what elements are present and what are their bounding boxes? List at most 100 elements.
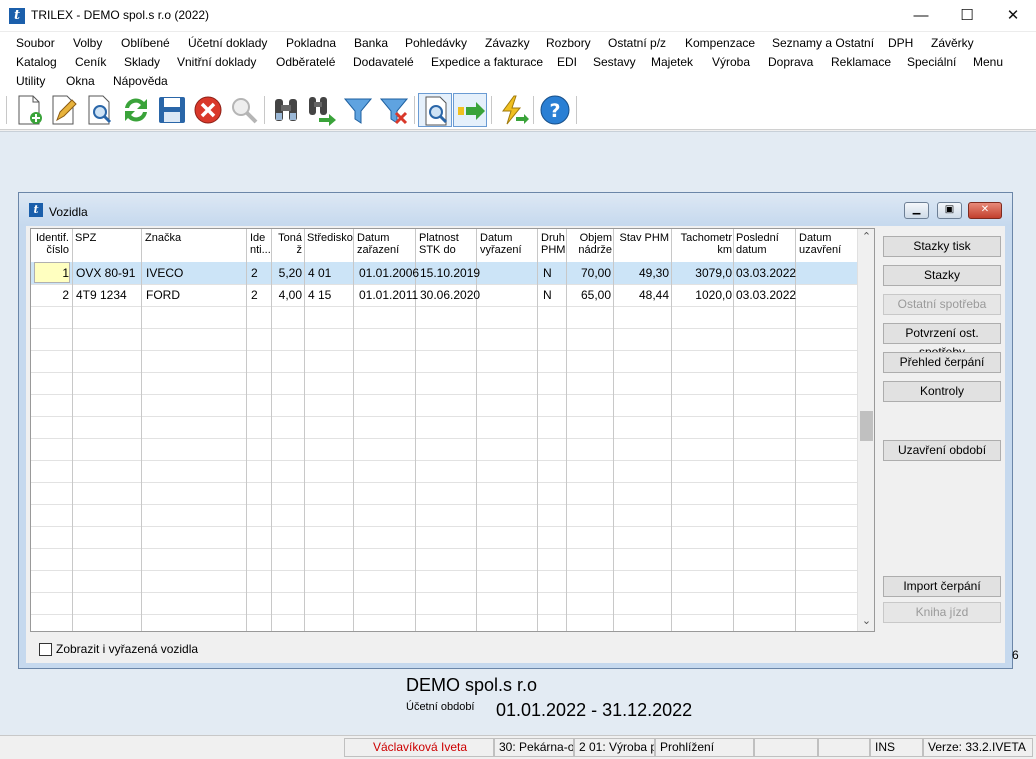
menu-katalog[interactable]: Katalog: [16, 55, 57, 69]
menu-soubor[interactable]: Soubor: [16, 36, 55, 50]
menu-okna[interactable]: Okna: [66, 74, 95, 88]
header-datum-zarazeni[interactable]: Datum zařazení: [357, 229, 413, 262]
kontroly-button[interactable]: Kontroly: [883, 381, 1001, 402]
menu-zavazky[interactable]: Závazky: [485, 36, 530, 50]
menu-dph[interactable]: DPH: [888, 36, 913, 50]
scrollbar-thumb[interactable]: [860, 411, 873, 441]
cell-platnost-stk: 15.10.2019: [420, 266, 481, 280]
header-platnost-stk[interactable]: Platnost STK do: [419, 229, 475, 262]
menu-oblibene[interactable]: Oblíbené: [121, 36, 170, 50]
column-divider: [72, 229, 73, 631]
menu-doprava[interactable]: Doprava: [768, 55, 813, 69]
vozidla-restore-button[interactable]: ▣: [937, 202, 962, 219]
scroll-up-icon[interactable]: ⌃: [858, 229, 874, 246]
vozidla-close-button[interactable]: ✕: [968, 202, 1002, 219]
preview-document-icon[interactable]: [82, 93, 116, 127]
column-divider: [613, 229, 614, 631]
menu-sklady[interactable]: Sklady: [124, 55, 160, 69]
toolbar-separator: [491, 96, 492, 124]
lightning-icon[interactable]: [496, 93, 530, 127]
header-znacka[interactable]: Značka: [145, 229, 243, 262]
print-preview-icon[interactable]: [418, 93, 452, 127]
menu-pohledavky[interactable]: Pohledávky: [405, 36, 467, 50]
ostatni-spotreba-button[interactable]: Ostatní spotřeba: [883, 294, 1001, 315]
menu-sestavy[interactable]: Sestavy: [593, 55, 636, 69]
menu-cenik[interactable]: Ceník: [75, 55, 106, 69]
menu-banka[interactable]: Banka: [354, 36, 388, 50]
header-spz[interactable]: SPZ: [75, 229, 139, 262]
stazky-button[interactable]: Stazky: [883, 265, 1001, 286]
show-retired-checkbox[interactable]: Zobrazit i vyřazená vozidla: [39, 642, 198, 657]
header-objem-nadrze[interactable]: Objem nádrže: [568, 229, 612, 262]
cell-stredisko: 4 15: [308, 288, 332, 302]
menu-pokladna[interactable]: Pokladna: [286, 36, 336, 50]
menu-napoveda[interactable]: Nápověda: [113, 74, 168, 88]
header-tonaz[interactable]: Toná ž: [274, 229, 302, 262]
menu-odberatele[interactable]: Odběratelé: [276, 55, 335, 69]
vozidla-title: Vozidla: [49, 205, 88, 219]
menu-utility[interactable]: Utility: [16, 74, 45, 88]
potvrzeni-spotreby-button[interactable]: Potvrzení ost. spotřeby: [883, 323, 1001, 359]
menu-rozbory[interactable]: Rozbory: [546, 36, 591, 50]
menu-ucetni-doklady[interactable]: Účetní doklady: [188, 36, 267, 50]
help-icon[interactable]: ?: [538, 93, 572, 127]
export-arrow-icon[interactable]: [453, 93, 487, 127]
menu-vyroba[interactable]: Výroba: [712, 55, 750, 69]
close-button[interactable]: ✕: [990, 0, 1036, 32]
header-line: Datum: [357, 232, 390, 244]
header-line: PHM: [541, 244, 566, 256]
header-line: Datum: [480, 232, 513, 244]
header-datum-vyrazeni[interactable]: Datum vyřazení: [480, 229, 536, 262]
menu-majetek[interactable]: Majetek: [651, 55, 693, 69]
menu-reklamace[interactable]: Reklamace: [831, 55, 891, 69]
uzavreni-obdobi-button[interactable]: Uzavření období: [883, 440, 1001, 461]
menu-dodavatele[interactable]: Dodavatelé: [353, 55, 414, 69]
menu-zaverky[interactable]: Závěrky: [931, 36, 974, 50]
vozidla-minimize-button[interactable]: ▁: [904, 202, 929, 219]
menu-specialni[interactable]: Speciální: [907, 55, 956, 69]
header-identif[interactable]: Identif. číslo: [33, 229, 71, 262]
period-label: Účetní období: [406, 701, 475, 713]
binoculars-icon[interactable]: [269, 93, 303, 127]
edit-document-icon[interactable]: [46, 93, 80, 127]
menu-ostatni-pz[interactable]: Ostatní p/z: [608, 36, 666, 50]
menu-expedice[interactable]: Expedice a fakturace: [431, 55, 543, 69]
menu-menu[interactable]: Menu: [973, 55, 1003, 69]
minimize-button[interactable]: —: [898, 0, 944, 32]
scroll-down-icon[interactable]: ⌄: [858, 613, 874, 630]
header-identifikace[interactable]: Ide nti...: [250, 229, 272, 262]
vertical-scrollbar[interactable]: ⌃ ⌄: [857, 229, 874, 631]
header-druh-phm[interactable]: Druh PHM: [541, 229, 567, 262]
delete-icon[interactable]: [191, 93, 225, 127]
refresh-icon[interactable]: [119, 93, 153, 127]
column-divider: [566, 229, 567, 631]
maximize-button[interactable]: ☐: [944, 0, 990, 32]
prehled-cerpani-button[interactable]: Přehled čerpání: [883, 352, 1001, 373]
kniha-jizd-button[interactable]: Kniha jízd: [883, 602, 1001, 623]
import-cerpani-button[interactable]: Import čerpání: [883, 576, 1001, 597]
cell-tachometr: 1020,0: [695, 288, 732, 302]
vehicles-grid[interactable]: Identif. číslo SPZ Značka Ide nti... Toná ž…: [30, 228, 875, 632]
header-stav-phm[interactable]: Stav PHM: [615, 229, 669, 262]
menu-seznamy[interactable]: Seznamy a Ostatní: [772, 36, 874, 50]
menu-kompenzace[interactable]: Kompenzace: [685, 36, 755, 50]
header-line: Stav PHM: [619, 232, 669, 244]
header-tachometr[interactable]: Tachometr km: [673, 229, 732, 262]
header-line: Poslední: [736, 232, 779, 244]
menu-vnitrni-doklady[interactable]: Vnitřní doklady: [177, 55, 256, 69]
save-icon[interactable]: [155, 93, 189, 127]
header-datum-uzavreni[interactable]: Datum uzavření: [799, 229, 855, 262]
header-posledni-datum[interactable]: Poslední datum: [736, 229, 794, 262]
header-line: Druh: [541, 232, 565, 244]
status-empty-2: [818, 738, 870, 757]
header-stredisko[interactable]: Středisko: [307, 229, 353, 262]
stazky-tisk-button[interactable]: Stazky tisk: [883, 236, 1001, 257]
column-divider: [353, 229, 354, 631]
filter-icon[interactable]: [341, 93, 375, 127]
menu-edi[interactable]: EDI: [557, 55, 577, 69]
checkbox-box[interactable]: [39, 643, 52, 657]
menu-volby[interactable]: Volby: [73, 36, 102, 50]
new-document-icon[interactable]: [12, 93, 46, 127]
find-next-icon[interactable]: [305, 93, 339, 127]
remove-filter-icon[interactable]: [377, 93, 411, 127]
